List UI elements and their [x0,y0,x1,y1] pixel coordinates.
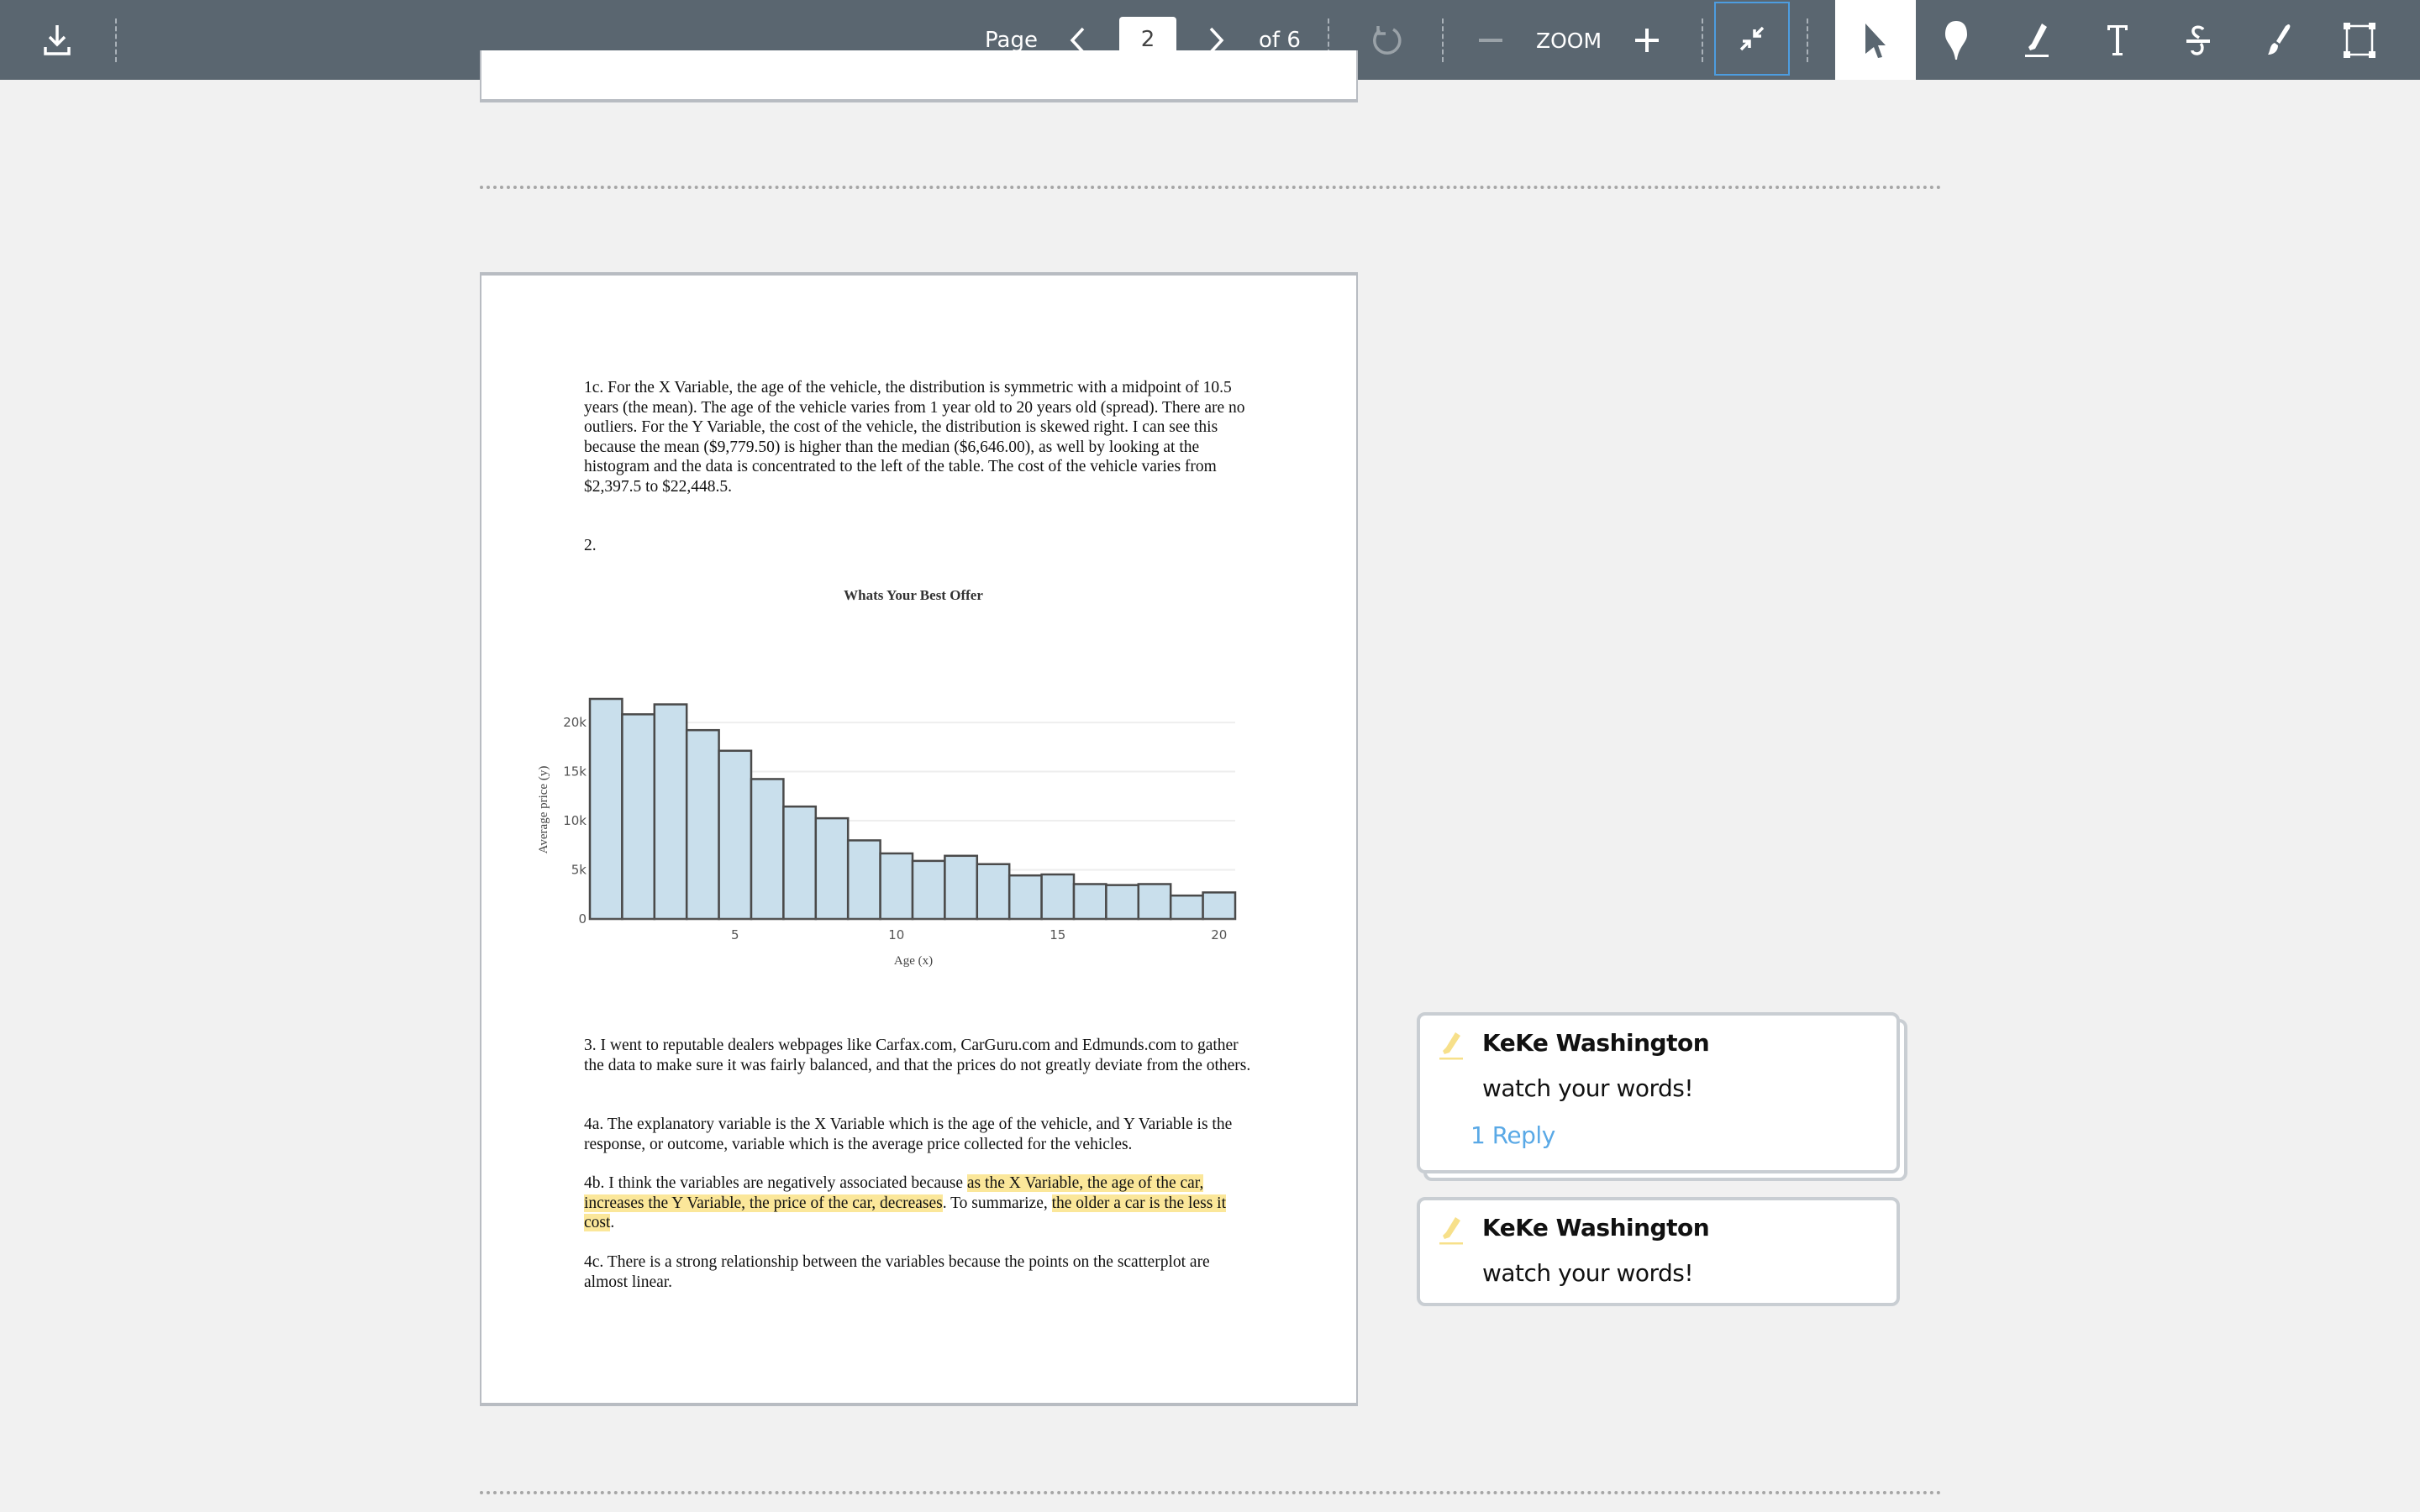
histogram-bar [653,703,688,921]
histogram-bar [1137,883,1172,921]
zoom-out-button[interactable] [1474,24,1507,57]
histogram-bar [718,749,753,921]
download-icon [44,25,71,55]
total-pages-label: of 6 [1259,28,1301,53]
section-2-text: 2. [584,537,597,554]
y-axis-title: Average price (y) [537,766,550,854]
histogram-bar [685,728,720,921]
paragraph-1c-text: 1c. For the X Variable, the age of the v… [584,379,1245,496]
histogram-bar [879,852,914,921]
x-tick-label: 15 [1050,927,1065,942]
plus-icon [1635,29,1659,52]
area-tool-button[interactable] [2336,17,2383,64]
paragraph-4b-text: . To summarize, [942,1194,1052,1212]
paragraph-3: 3. I went to reputable dealers webpages … [584,1036,1256,1075]
paragraph-1c: 1c. For the X Variable, the age of the v… [584,378,1256,496]
zoom-in-button[interactable] [1630,24,1664,57]
paragraph-4a: 4a. The explanatory variable is the X Va… [584,1115,1256,1154]
x-tick-label: 10 [888,927,904,942]
highlighter-icon [1439,1215,1464,1249]
section-2-label: 2. [584,536,1256,556]
toolbar-divider [1702,18,1703,62]
select-tool-button[interactable] [1835,0,1916,80]
y-tick-label: 20k [563,715,587,730]
x-tick-label: 20 [1211,927,1227,942]
toolbar-divider [1807,18,1808,62]
chart-x-ticks: 5 10 15 20 [731,927,1227,942]
histogram-bar [1007,874,1043,921]
paragraph-4b-text: 4b. I think the variables are negatively… [584,1174,967,1192]
histogram-bar [976,863,1011,921]
highlight-tool-button[interactable] [2013,17,2060,64]
replies-link[interactable]: 1 Reply [1470,1121,1555,1149]
histogram-chart: Whats Your Best Offer 0 5k 10k 15k 20k 5 10 15… [537,587,1237,968]
text-t-icon [2107,25,2128,55]
area-select-icon [2344,23,2375,58]
y-tick-label: 5k [571,863,587,878]
histogram-bar [1169,894,1204,921]
paragraph-4b-text: . [610,1214,615,1231]
chart-title: Whats Your Best Offer [844,587,983,603]
x-tick-label: 5 [731,927,739,942]
chart-bars [588,697,1237,921]
previous-page [480,50,1358,102]
rotate-button[interactable] [1365,20,1408,60]
text-tool-button[interactable] [2094,17,2141,64]
page-separator [480,1491,1942,1494]
paragraph-4c-text: 4c. There is a strong relationship betwe… [584,1253,1210,1291]
minus-icon [1479,39,1502,42]
histogram-bar [621,713,656,921]
histogram-bar [814,816,850,921]
paragraph-4c: 4c. There is a strong relationship betwe… [584,1252,1256,1292]
page-separator [480,186,1942,189]
histogram-bar [1072,883,1107,921]
page-label: Page [985,28,1038,53]
brush-icon [2268,24,2291,55]
comment-text: watch your words! [1482,1259,1694,1287]
histogram-bar [1040,873,1076,921]
comment-tool-button[interactable] [1933,17,1980,64]
comment-text: watch your words! [1482,1074,1694,1102]
histogram-bar [588,697,623,921]
highlighter-icon [1439,1031,1464,1064]
histogram-bar [846,839,881,921]
cursor-arrow-icon [1865,23,1886,58]
collapse-arrows-icon [1739,26,1765,51]
comment-author: KeKe Washington [1482,1029,1710,1057]
histogram-bar [782,805,818,921]
comment-pin-icon [1945,21,1967,60]
y-tick-label: 10k [563,813,587,828]
chart-y-ticks: 0 5k 10k 15k 20k [563,715,587,927]
y-tick-label: 15k [563,764,587,780]
comment-author: KeKe Washington [1482,1214,1710,1242]
strikethrough-icon [2186,25,2210,55]
histogram-bar [1202,891,1237,921]
histogram-bar [1105,884,1140,921]
paragraph-3-text: 3. I went to reputable dealers webpages … [584,1037,1251,1074]
download-button[interactable] [34,20,81,60]
draw-tool-button[interactable] [2255,17,2302,64]
comment-card[interactable]: KeKe Washington watch your words! 1 Repl… [1417,1012,1900,1173]
histogram-bar [944,854,979,921]
paragraph-4b: 4b. I think the variables are negatively… [584,1173,1256,1233]
highlighter-icon [2025,24,2049,57]
strikethrough-tool-button[interactable] [2175,17,2222,64]
comment-card[interactable]: KeKe Washington watch your words! [1417,1197,1900,1306]
x-axis-title: Age (x) [894,954,933,968]
rotate-icon [1373,26,1402,55]
toolbar-divider [115,18,117,62]
fit-page-button[interactable] [1714,2,1790,76]
histogram-bar [911,859,946,921]
toolbar-divider [1442,18,1444,62]
paragraph-4a-text: 4a. The explanatory variable is the X Va… [584,1116,1233,1153]
histogram-bar [750,778,785,921]
zoom-label: ZOOM [1536,28,1602,53]
y-tick-label: 0 [578,911,587,927]
